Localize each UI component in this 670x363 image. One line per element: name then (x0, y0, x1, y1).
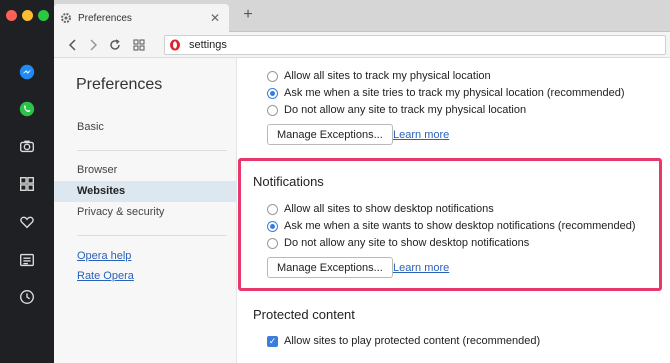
reload-icon (110, 39, 120, 50)
chevron-left-icon (68, 39, 76, 51)
checkbox-checked[interactable]: ✓ (267, 335, 278, 347)
grid-icon (133, 39, 145, 51)
opera-help-link[interactable]: Opera help (77, 250, 131, 262)
zoom-window-button[interactable] (38, 10, 49, 21)
sidebar-item-browser[interactable]: Browser (54, 160, 237, 181)
speed-dial-button[interactable] (130, 36, 148, 54)
preferences-sidebar: Preferences Basic Browser Websites Priva… (54, 58, 237, 363)
location-option-allow[interactable]: Allow all sites to track my physical loc… (267, 70, 491, 82)
notifications-manage-exceptions-button[interactable]: Manage Exceptions... (267, 257, 393, 278)
page-title: Preferences (76, 76, 163, 93)
radio-button[interactable] (267, 203, 278, 215)
protected-content-title: Protected content (253, 307, 355, 322)
protected-content-option[interactable]: ✓ Allow sites to play protected content … (267, 335, 540, 347)
notifications-option-allow[interactable]: Allow all sites to show desktop notifica… (267, 203, 494, 215)
sidebar-item-basic[interactable]: Basic (54, 117, 237, 138)
radio-button[interactable] (267, 70, 278, 82)
tab-title: Preferences (78, 12, 132, 24)
speed-dial-icon[interactable] (17, 174, 37, 194)
close-window-button[interactable] (6, 10, 17, 21)
forward-button[interactable] (84, 36, 102, 54)
gear-icon (61, 13, 71, 23)
option-label: Allow all sites to show desktop notifica… (284, 203, 494, 215)
option-label: Ask me when a site tries to track my phy… (284, 87, 625, 99)
reload-button[interactable] (106, 36, 124, 54)
option-label: Do not allow any site to track my physic… (284, 104, 527, 116)
address-bar[interactable]: settings (164, 35, 666, 55)
notifications-option-ask[interactable]: Ask me when a site wants to show desktop… (267, 220, 636, 232)
notifications-title: Notifications (253, 174, 324, 189)
option-label: Do not allow any site to show desktop no… (284, 237, 530, 249)
location-learn-more-link[interactable]: Learn more (393, 129, 449, 141)
minimize-window-button[interactable] (22, 10, 33, 21)
option-label: Ask me when a site wants to show desktop… (284, 220, 636, 232)
radio-button[interactable] (267, 104, 278, 116)
messenger-icon[interactable] (17, 62, 37, 82)
option-label: Allow all sites to track my physical loc… (284, 70, 491, 82)
camera-icon[interactable] (17, 136, 37, 156)
back-button[interactable] (64, 36, 82, 54)
rate-opera-link[interactable]: Rate Opera (77, 270, 134, 282)
close-tab-icon[interactable]: ✕ (207, 11, 223, 25)
radio-button-selected[interactable] (267, 220, 278, 232)
chevron-right-icon (90, 39, 98, 51)
notifications-option-block[interactable]: Do not allow any site to show desktop no… (267, 237, 529, 249)
preferences-content: Allow all sites to track my physical loc… (238, 58, 670, 363)
location-option-block[interactable]: Do not allow any site to track my physic… (267, 104, 526, 116)
location-option-ask[interactable]: Ask me when a site tries to track my phy… (267, 87, 625, 99)
history-icon[interactable] (17, 287, 37, 307)
sidebar-item-websites[interactable]: Websites (54, 181, 237, 202)
window-controls (6, 10, 49, 21)
whatsapp-icon[interactable] (17, 99, 37, 119)
notifications-learn-more-link[interactable]: Learn more (393, 262, 449, 274)
location-manage-exceptions-button[interactable]: Manage Exceptions... (267, 124, 393, 145)
news-icon[interactable] (17, 250, 37, 270)
sidebar-item-privacy[interactable]: Privacy & security (54, 202, 237, 223)
tab-preferences[interactable]: Preferences ✕ (54, 4, 229, 32)
heart-icon[interactable] (17, 212, 37, 232)
radio-button-selected[interactable] (267, 87, 278, 99)
address-text: settings (189, 39, 227, 51)
tab-strip: Preferences ✕ + (54, 0, 670, 32)
radio-button[interactable] (267, 237, 278, 249)
divider (77, 235, 227, 236)
option-label: Allow sites to play protected content (r… (284, 335, 541, 347)
navigation-bar: settings (54, 32, 670, 58)
new-tab-button[interactable]: + (238, 6, 258, 24)
divider (77, 150, 227, 151)
opera-sidebar (0, 0, 54, 363)
opera-logo-icon (170, 39, 180, 51)
